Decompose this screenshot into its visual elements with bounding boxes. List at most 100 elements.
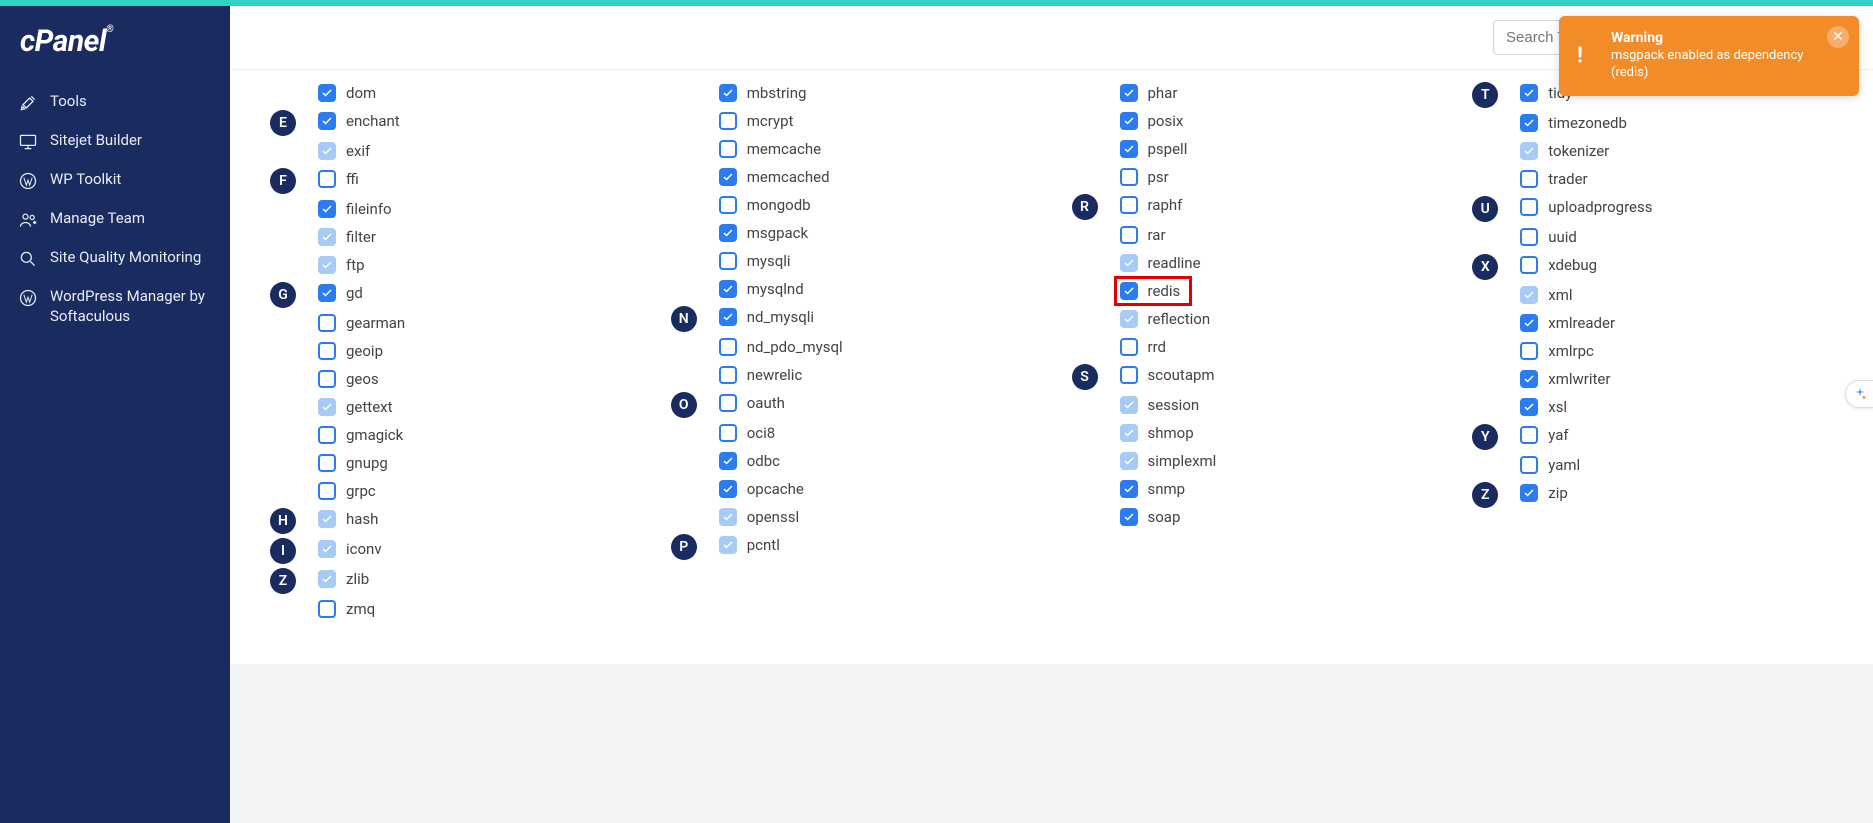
checkbox-rrd[interactable] <box>1120 338 1138 356</box>
nav-item-wp-toolkit[interactable]: WP Toolkit <box>0 161 230 200</box>
checkbox-soap[interactable] <box>1120 508 1138 526</box>
checkbox-rar[interactable] <box>1120 226 1138 244</box>
checkbox-pcntl[interactable] <box>719 536 737 554</box>
letter-badge-Y: Y <box>1472 424 1498 450</box>
checkbox-nd_pdo_mysql[interactable] <box>719 338 737 356</box>
checkbox-gettext[interactable] <box>318 398 336 416</box>
checkbox-simplexml[interactable] <box>1120 452 1138 470</box>
checkbox-gd[interactable] <box>318 284 336 302</box>
checkbox-pspell[interactable] <box>1120 140 1138 158</box>
side-widget-button[interactable] <box>1845 380 1873 408</box>
sidebar: cPanel® ToolsSitejet BuilderWP ToolkitMa… <box>0 0 230 823</box>
checkbox-openssl[interactable] <box>719 508 737 526</box>
letter-badge-P: P <box>671 534 697 560</box>
checkbox-ffi[interactable] <box>318 170 336 188</box>
nav-item-sitejet-builder[interactable]: Sitejet Builder <box>0 122 230 161</box>
extension-row: Yyaf <box>1472 422 1833 450</box>
nav-item-site-quality-monitoring[interactable]: Site Quality Monitoring <box>0 239 230 278</box>
checkbox-gmagick[interactable] <box>318 426 336 444</box>
checkbox-xml[interactable] <box>1520 286 1538 304</box>
extension-row: simplexml <box>1072 448 1433 474</box>
checkbox-xmlwriter[interactable] <box>1520 370 1538 388</box>
checkbox-gearman[interactable] <box>318 314 336 332</box>
checkbox-iconv[interactable] <box>318 540 336 558</box>
ext-list: uploadprogress <box>1520 194 1833 220</box>
checkbox-tidy[interactable] <box>1520 84 1538 102</box>
checkbox-mongodb[interactable] <box>719 196 737 214</box>
checkbox-exif[interactable] <box>318 142 336 160</box>
checkbox-xdebug[interactable] <box>1520 256 1538 274</box>
checkbox-phar[interactable] <box>1120 84 1138 102</box>
ext-label: ffi <box>346 170 359 188</box>
ext-item-openssl: openssl <box>719 504 1032 530</box>
checkbox-opcache[interactable] <box>719 480 737 498</box>
ext-label: opcache <box>747 480 804 498</box>
checkbox-memcache[interactable] <box>719 140 737 158</box>
checkbox-zmq[interactable] <box>318 600 336 618</box>
checkbox-shmop[interactable] <box>1120 424 1138 442</box>
checkbox-mysqlnd[interactable] <box>719 280 737 298</box>
checkbox-msgpack[interactable] <box>719 224 737 242</box>
checkbox-xsl[interactable] <box>1520 398 1538 416</box>
checkbox-readline[interactable] <box>1120 254 1138 272</box>
checkbox-session[interactable] <box>1120 396 1138 414</box>
checkbox-uploadprogress[interactable] <box>1520 198 1538 216</box>
ext-item-geoip: geoip <box>318 338 631 364</box>
ext-label: xml <box>1548 286 1572 304</box>
checkbox-scoutapm[interactable] <box>1120 366 1138 384</box>
checkbox-mcrypt[interactable] <box>719 112 737 130</box>
checkbox-xmlrpc[interactable] <box>1520 342 1538 360</box>
checkbox-hash[interactable] <box>318 510 336 528</box>
checkbox-zlib[interactable] <box>318 570 336 588</box>
checkbox-reflection[interactable] <box>1120 310 1138 328</box>
checkbox-memcached[interactable] <box>719 168 737 186</box>
checkbox-psr[interactable] <box>1120 168 1138 186</box>
ext-item-iconv: iconv <box>318 536 631 562</box>
extension-row: oci8 <box>671 420 1032 446</box>
extension-row: gmagick <box>270 422 631 448</box>
checkbox-grpc[interactable] <box>318 482 336 500</box>
ext-list: iconv <box>318 536 631 562</box>
ext-item-posix: posix <box>1120 108 1433 134</box>
nav-item-tools[interactable]: Tools <box>0 83 230 122</box>
checkbox-nd_mysqli[interactable] <box>719 308 737 326</box>
toast-close-button[interactable]: ✕ <box>1827 26 1849 48</box>
nav-item-manage-team[interactable]: Manage Team <box>0 200 230 239</box>
checkbox-oauth[interactable] <box>719 394 737 412</box>
nav-item-wordpress-manager-by-softaculous[interactable]: WordPress Manager by Softaculous <box>0 278 230 335</box>
checkbox-geoip[interactable] <box>318 342 336 360</box>
checkbox-dom[interactable] <box>318 84 336 102</box>
ext-label: exif <box>346 142 370 160</box>
ext-label: geos <box>346 370 379 388</box>
extension-row: Eenchant <box>270 108 631 136</box>
checkbox-newrelic[interactable] <box>719 366 737 384</box>
checkbox-fileinfo[interactable] <box>318 200 336 218</box>
ext-item-uploadprogress: uploadprogress <box>1520 194 1833 220</box>
checkbox-trader[interactable] <box>1520 170 1538 188</box>
checkbox-yaml[interactable] <box>1520 456 1538 474</box>
checkbox-snmp[interactable] <box>1120 480 1138 498</box>
checkbox-geos[interactable] <box>318 370 336 388</box>
extension-row: session <box>1072 392 1433 418</box>
checkbox-tokenizer[interactable] <box>1520 142 1538 160</box>
checkbox-uuid[interactable] <box>1520 228 1538 246</box>
checkbox-filter[interactable] <box>318 228 336 246</box>
extension-row: newrelic <box>671 362 1032 388</box>
ext-item-msgpack: msgpack <box>719 220 1032 246</box>
checkbox-odbc[interactable] <box>719 452 737 470</box>
checkbox-zip[interactable] <box>1520 484 1538 502</box>
checkbox-enchant[interactable] <box>318 112 336 130</box>
checkbox-mysqli[interactable] <box>719 252 737 270</box>
checkbox-timezonedb[interactable] <box>1520 114 1538 132</box>
ext-list: timezonedb <box>1520 110 1833 136</box>
checkbox-mbstring[interactable] <box>719 84 737 102</box>
checkbox-raphf[interactable] <box>1120 196 1138 214</box>
ext-list: xmlreader <box>1520 310 1833 336</box>
checkbox-yaf[interactable] <box>1520 426 1538 444</box>
checkbox-ftp[interactable] <box>318 256 336 274</box>
checkbox-oci8[interactable] <box>719 424 737 442</box>
checkbox-xmlreader[interactable] <box>1520 314 1538 332</box>
checkbox-redis[interactable] <box>1120 282 1138 300</box>
checkbox-gnupg[interactable] <box>318 454 336 472</box>
checkbox-posix[interactable] <box>1120 112 1138 130</box>
